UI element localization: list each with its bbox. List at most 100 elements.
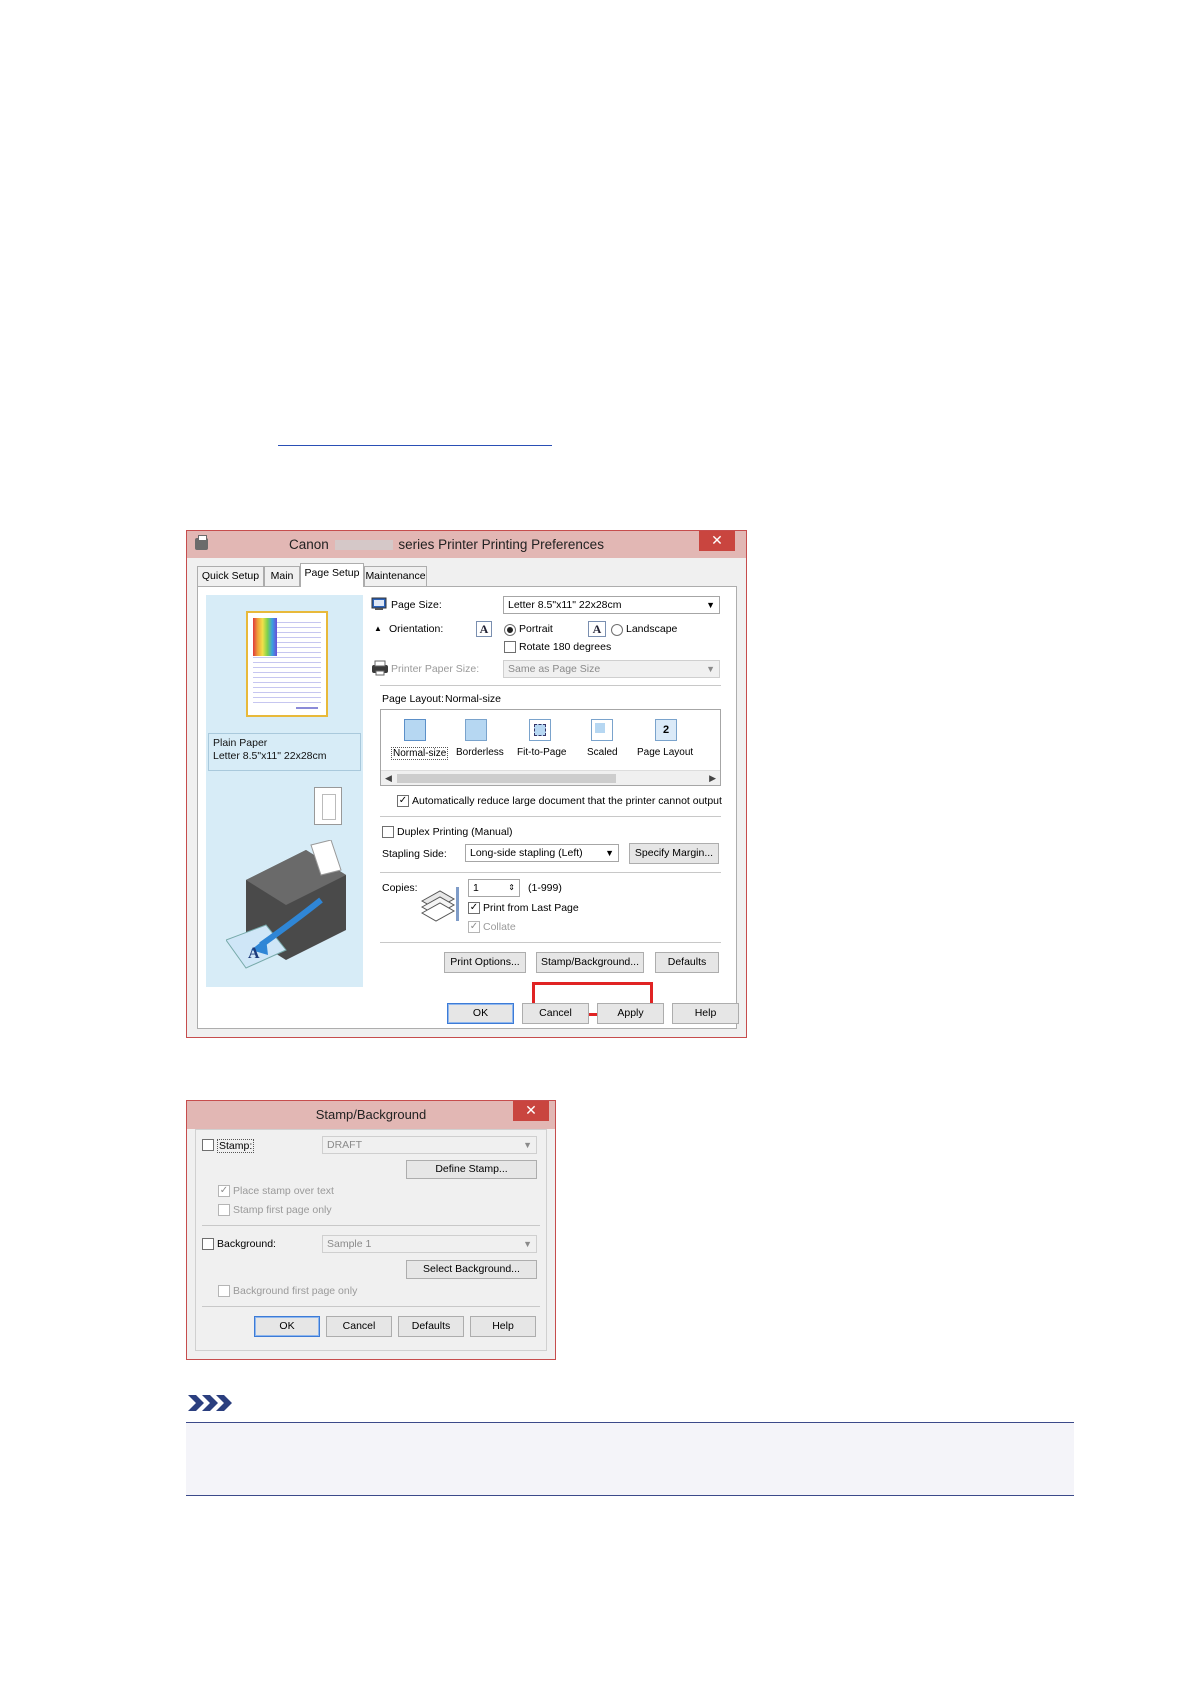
- divider: [380, 942, 721, 943]
- layout-normal-size-label[interactable]: Normal-size: [391, 747, 449, 760]
- stamp-background-dialog: Stamp/Background ✕ Stamp: DRAFT ▼ Define …: [186, 1100, 556, 1360]
- borderless-icon[interactable]: [465, 719, 487, 741]
- title-prefix: Canon: [289, 537, 329, 552]
- layout-page-layout-label[interactable]: Page Layout: [637, 747, 693, 758]
- printing-preferences-dialog: Canon series Printer Printing Preference…: [186, 530, 747, 1038]
- close-button[interactable]: ✕: [513, 1101, 549, 1121]
- dialog-title: Canon series Printer Printing Preference…: [187, 537, 706, 552]
- stapling-side-label: Stapling Side:: [382, 848, 447, 860]
- divider: [202, 1306, 540, 1307]
- printer-paper-size-value: Same as Page Size: [508, 663, 601, 675]
- print-options-button[interactable]: Print Options...: [444, 952, 526, 973]
- page-layout-label: Page Layout:: [382, 693, 444, 705]
- scroll-left-icon[interactable]: ◀: [385, 771, 392, 785]
- normal-size-icon[interactable]: [404, 719, 426, 741]
- close-icon: ✕: [525, 1102, 537, 1118]
- portrait-radio[interactable]: [504, 624, 516, 636]
- background-select[interactable]: Sample 1 ▼: [322, 1235, 537, 1253]
- rotate-180-checkbox[interactable]: [504, 641, 516, 653]
- background-value: Sample 1: [327, 1238, 372, 1250]
- print-from-last-page-checkbox[interactable]: ✓: [468, 902, 480, 914]
- scaled-icon[interactable]: [591, 719, 613, 741]
- dialog-title: Stamp/Background: [315, 1107, 427, 1122]
- collate-checkbox[interactable]: ✓: [468, 921, 480, 933]
- layout-scaled-label[interactable]: Scaled: [587, 747, 618, 758]
- background-checkbox[interactable]: [202, 1238, 214, 1250]
- stamp-select[interactable]: DRAFT ▼: [322, 1136, 537, 1154]
- stamp-first-page-checkbox[interactable]: [218, 1204, 230, 1216]
- media-size-text: Letter 8.5"x11" 22x28cm: [213, 750, 327, 762]
- defaults-button[interactable]: Defaults: [398, 1316, 464, 1337]
- preview-area: Plain Paper Letter 8.5"x11" 22x28cm A: [206, 595, 363, 987]
- chevron-down-icon: ▼: [605, 848, 614, 858]
- background-first-page-label: Background first page only: [233, 1285, 358, 1297]
- stamp-background-panel: Stamp: DRAFT ▼ Define Stamp... ✓ Place st…: [195, 1129, 547, 1351]
- defaults-button[interactable]: Defaults: [655, 952, 719, 973]
- copies-input[interactable]: 1 ⇕: [468, 879, 520, 897]
- tab-maintenance[interactable]: Maintenance: [364, 566, 427, 586]
- landscape-radio[interactable]: [611, 624, 623, 636]
- close-button[interactable]: ✕: [699, 531, 735, 551]
- ok-button[interactable]: OK: [447, 1003, 514, 1024]
- tab-main[interactable]: Main: [264, 566, 300, 586]
- stamp-first-page-label: Stamp first page only: [233, 1204, 332, 1216]
- layout-borderless-label[interactable]: Borderless: [456, 747, 504, 758]
- printer-illustration-icon: A: [226, 840, 346, 969]
- cancel-button[interactable]: Cancel: [522, 1003, 589, 1024]
- scroll-thumb[interactable]: [397, 774, 616, 783]
- page-preview: [246, 611, 328, 717]
- stepper-icon[interactable]: ⇕: [508, 880, 515, 896]
- color-block: [253, 618, 277, 656]
- hyperlink-underline[interactable]: [278, 445, 552, 446]
- media-type-text: Plain Paper: [213, 737, 268, 749]
- ok-button[interactable]: OK: [254, 1316, 320, 1337]
- place-stamp-over-text-checkbox[interactable]: ✓: [218, 1185, 230, 1197]
- duplex-checkbox[interactable]: [382, 826, 394, 838]
- layout-fit-to-page-label[interactable]: Fit-to-Page: [517, 747, 566, 758]
- landscape-icon: A: [588, 621, 606, 637]
- tab-quick-setup[interactable]: Quick Setup: [197, 566, 264, 586]
- copies-range: (1-999): [528, 882, 562, 894]
- portrait-label: Portrait: [519, 623, 553, 635]
- auto-reduce-checkbox[interactable]: ✓: [397, 795, 409, 807]
- tab-page-setup[interactable]: Page Setup: [300, 563, 364, 587]
- printer-paper-size-select[interactable]: Same as Page Size ▼: [503, 660, 720, 678]
- landscape-label: Landscape: [626, 623, 678, 635]
- stapling-side-select[interactable]: Long-side stapling (Left) ▼: [465, 844, 619, 862]
- rotate-180-label: Rotate 180 degrees: [519, 641, 612, 653]
- chevron-down-icon: ▼: [523, 1239, 532, 1249]
- stamp-checkbox[interactable]: [202, 1139, 214, 1151]
- define-stamp-button[interactable]: Define Stamp...: [406, 1160, 537, 1179]
- divider: [380, 872, 721, 873]
- title-bar: Stamp/Background ✕: [187, 1101, 555, 1129]
- collate-label: Collate: [483, 921, 516, 933]
- background-label: Background:: [217, 1238, 276, 1250]
- specify-margin-button[interactable]: Specify Margin...: [629, 843, 719, 864]
- stapling-side-value: Long-side stapling (Left): [470, 847, 583, 859]
- layout-scrollbar[interactable]: ◀ ▶: [381, 770, 720, 785]
- note-box: [186, 1422, 1074, 1496]
- stamp-background-button[interactable]: Stamp/Background...: [536, 952, 644, 973]
- place-stamp-over-text-label: Place stamp over text: [233, 1185, 334, 1197]
- scroll-right-icon[interactable]: ▶: [709, 771, 716, 785]
- chevron-down-icon: ▼: [523, 1140, 532, 1150]
- fit-to-page-icon[interactable]: [529, 719, 551, 741]
- duplex-label: Duplex Printing (Manual): [397, 826, 513, 838]
- copies-stack-icon: [420, 887, 459, 922]
- copies-label: Copies:: [382, 882, 418, 894]
- page-size-select[interactable]: Letter 8.5"x11" 22x28cm ▼: [503, 596, 720, 614]
- title-redaction: [334, 540, 393, 551]
- paper-orientation-icon: [314, 787, 342, 825]
- cancel-button[interactable]: Cancel: [326, 1316, 392, 1337]
- orientation-label: Orientation:: [389, 623, 444, 635]
- page-layout-icon[interactable]: 2: [655, 719, 677, 741]
- chevron-down-icon: ▼: [706, 664, 715, 674]
- help-button[interactable]: Help: [470, 1316, 536, 1337]
- copies-value: 1: [473, 882, 479, 894]
- help-button[interactable]: Help: [672, 1003, 739, 1024]
- background-first-page-checkbox[interactable]: [218, 1285, 230, 1297]
- apply-button[interactable]: Apply: [597, 1003, 664, 1024]
- orientation-icon: ▲: [374, 624, 382, 633]
- page-size-value: Letter 8.5"x11" 22x28cm: [508, 599, 622, 611]
- select-background-button[interactable]: Select Background...: [406, 1260, 537, 1279]
